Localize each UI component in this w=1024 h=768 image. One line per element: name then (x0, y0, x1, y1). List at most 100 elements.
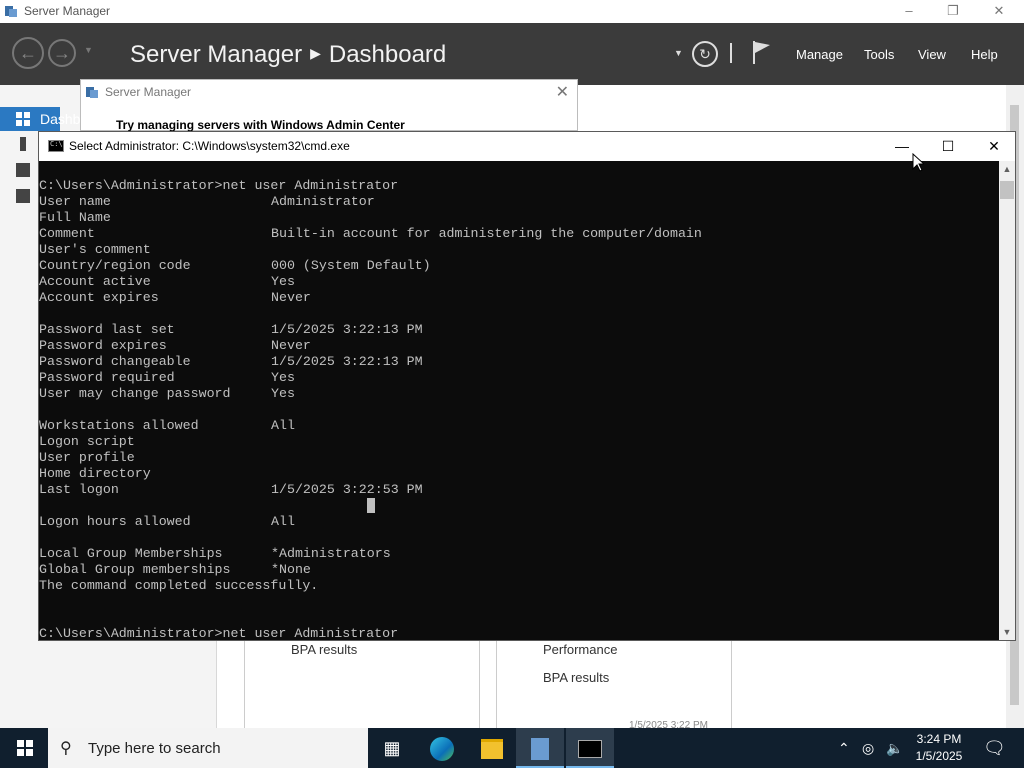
console-field-value: All (271, 514, 295, 529)
console-field-value: Administrator (271, 194, 375, 209)
console-field-value: Yes (271, 386, 295, 401)
console-line: Logon hours allowed All (39, 514, 999, 530)
console-field-value: All (271, 418, 295, 433)
flag-icon[interactable] (751, 39, 773, 65)
console-field-label: Workstations allowed (39, 418, 199, 433)
console-field-label: Global Group memberships (39, 562, 231, 577)
cmd-app-icon (48, 140, 64, 152)
breadcrumb-page: Dashboard (328, 41, 447, 68)
sidebar-item-dashboard-label: Dashb (40, 111, 81, 127)
console-line: Password last set 1/5/2025 3:22:13 PM (39, 322, 999, 338)
tile-right-bpa-results[interactable]: BPA results (543, 670, 609, 685)
dashboard-tile-right: Performance BPA results 1/5/2025 3:22 PM (496, 640, 732, 731)
system-clock[interactable]: 3:24 PM 1/5/2025 (900, 731, 978, 765)
console-field-label: Password last set (39, 322, 175, 337)
popup-message[interactable]: Try managing servers with Windows Admin … (116, 118, 405, 132)
console-field-value: 1/5/2025 3:22:13 PM (271, 322, 423, 337)
cmd-window-title: Select Administrator: C:\Windows\system3… (69, 139, 350, 153)
cmd-close-icon[interactable]: ✕ (971, 132, 1017, 161)
cmd-scrollbar[interactable]: ▲ ▼ (999, 161, 1015, 640)
console-field-value: Yes (271, 370, 295, 385)
back-button[interactable]: ← (12, 37, 44, 69)
server-manager-titlebar: Server Manager – ❐ ✕ (0, 0, 1024, 23)
notifications-icon[interactable]: 🗨 (983, 728, 1006, 768)
menu-manage[interactable]: Manage (796, 47, 843, 62)
cmd-maximize-icon[interactable]: ☐ (925, 132, 971, 161)
text-cursor (367, 498, 375, 513)
cmd-taskbar-icon[interactable] (566, 728, 614, 768)
console-field-value: Never (271, 290, 311, 305)
console-line: User may change password Yes (39, 386, 999, 402)
server-manager-header: ← → ▼ Server Manager ▶ Dashboard ▼ ↻ Manag… (0, 23, 1024, 85)
edge-browser-icon[interactable] (418, 728, 466, 768)
cmd-window[interactable]: Select Administrator: C:\Windows\system3… (38, 131, 1016, 641)
console-field-label: Logon hours allowed (39, 514, 191, 529)
scroll-up-icon[interactable]: ▲ (999, 161, 1015, 177)
show-hidden-icons-chevron-icon[interactable]: ⌃ (838, 728, 850, 768)
console-field-label: Account active (39, 274, 151, 289)
start-button[interactable] (0, 728, 48, 768)
popup-title: Server Manager (105, 85, 192, 99)
dashboard-tile-left: BPA results (244, 640, 480, 728)
console-line: The command completed successfully. (39, 578, 319, 593)
local-server-icon[interactable] (20, 137, 26, 151)
console-line: Logon script (39, 434, 135, 449)
cmd-scrollbar-thumb[interactable] (1000, 181, 1014, 199)
breadcrumb: Server Manager ▶ Dashboard (130, 41, 446, 69)
menu-help[interactable]: Help (971, 47, 998, 62)
refresh-dropdown-icon[interactable]: ▼ (674, 48, 683, 58)
popup-close-icon[interactable]: ✕ (556, 82, 569, 102)
scroll-down-icon[interactable]: ▼ (999, 624, 1015, 640)
console-field-label: Last logon (39, 482, 119, 497)
tile-right-performance[interactable]: Performance (543, 642, 617, 657)
console-output[interactable]: C:\Users\Administrator>net user Administ… (39, 161, 999, 640)
file-explorer-icon[interactable] (468, 728, 516, 768)
console-field-label: Password required (39, 370, 175, 385)
console-line: Account active Yes (39, 274, 999, 290)
console-field-value: *Administrators (271, 546, 391, 561)
console-field-value: Never (271, 338, 311, 353)
popup-app-icon (86, 87, 98, 98)
server-manager-app-icon (5, 6, 17, 17)
minimize-icon[interactable]: – (886, 0, 932, 23)
clock-date: 1/5/2025 (915, 749, 963, 763)
console-line: Workstations allowed All (39, 418, 999, 434)
tile-left-bpa-results[interactable]: BPA results (291, 642, 357, 657)
console-line: Country/region code 000 (System Default) (39, 258, 999, 274)
console-line: C:\Users\Administrator>net user Administ… (39, 178, 399, 193)
forward-button[interactable]: → (48, 39, 76, 67)
refresh-icon[interactable]: ↻ (692, 41, 718, 67)
server-manager-window-title: Server Manager (24, 4, 111, 18)
taskbar-search-box[interactable]: ⚲ Type here to search (48, 728, 368, 768)
menu-tools[interactable]: Tools (864, 47, 894, 62)
console-line: Local Group Memberships *Administrators (39, 546, 999, 562)
all-servers-icon[interactable] (16, 163, 30, 177)
taskbar: ⚲ Type here to search ▦ ⌃ ◎ 🔈 3:24 PM 1/… (0, 728, 1024, 768)
file-storage-icon[interactable] (16, 189, 30, 203)
console-field-value: Built-in account for administering the c… (271, 226, 702, 241)
console-field-label: Country/region code (39, 258, 191, 273)
sidebar-item-dashboard[interactable]: Dashb (0, 107, 80, 131)
cmd-titlebar[interactable]: Select Administrator: C:\Windows\system3… (39, 132, 1015, 161)
console-field-value: 1/5/2025 3:22:53 PM (271, 482, 423, 497)
network-globe-icon[interactable]: ◎ (862, 728, 874, 768)
console-field-value: 000 (System Default) (271, 258, 431, 273)
mouse-pointer-icon (912, 153, 924, 172)
console-line: Global Group memberships *None (39, 562, 999, 578)
console-field-label: User name (39, 194, 111, 209)
menu-view[interactable]: View (918, 47, 946, 62)
history-dropdown-icon[interactable]: ▼ (84, 45, 93, 55)
server-manager-taskbar-icon[interactable] (516, 728, 564, 768)
task-view-icon[interactable]: ▦ (368, 728, 416, 768)
restore-icon[interactable]: ❐ (930, 0, 976, 23)
console-line: Password expires Never (39, 338, 999, 354)
console-line: Account expires Never (39, 290, 999, 306)
console-field-label: Password changeable (39, 354, 191, 369)
close-icon[interactable]: ✕ (976, 0, 1022, 23)
console-line: Home directory (39, 466, 151, 481)
